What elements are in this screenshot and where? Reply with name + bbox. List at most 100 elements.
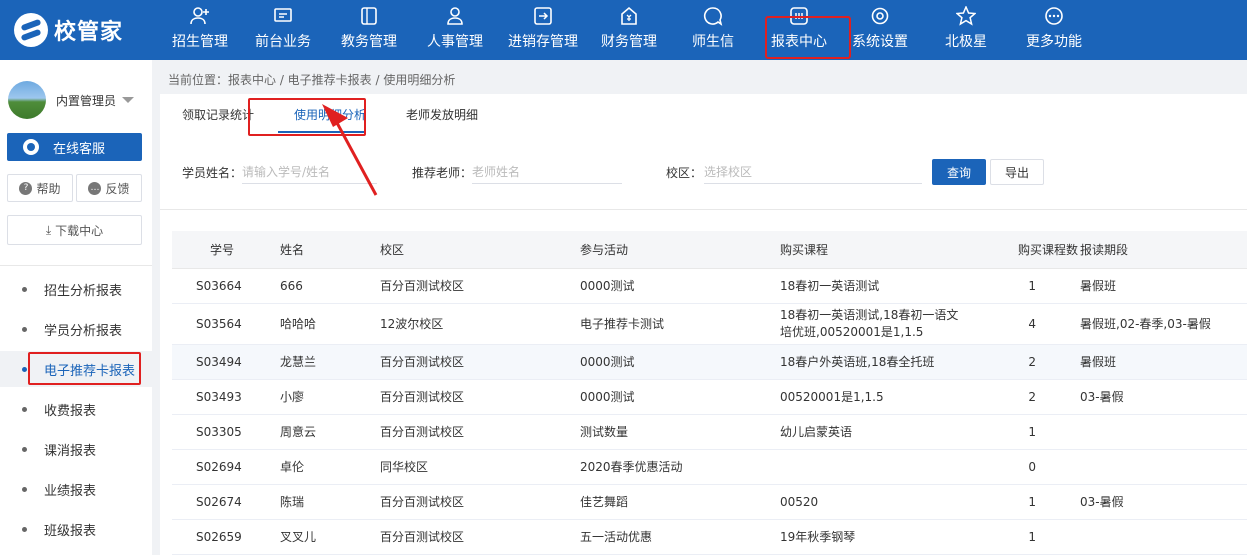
campus-label: 校区： bbox=[666, 166, 703, 180]
column-header: 学号 bbox=[210, 243, 235, 257]
tab-teacher-issue[interactable]: 老师发放明细 bbox=[406, 106, 478, 123]
column-header: 姓名 bbox=[280, 243, 305, 257]
sidebar-item-performance-report[interactable]: 业绩报表 bbox=[0, 471, 152, 507]
table-cell-activity: 电子推荐卡测试 bbox=[580, 317, 665, 331]
download-icon: ⤓ bbox=[45, 222, 52, 237]
table-cell-count: 1 bbox=[1028, 495, 1036, 509]
feedback-button[interactable]: … 反馈 bbox=[76, 174, 142, 202]
table-cell-course: 19年秋季钢琴 bbox=[780, 530, 856, 544]
table-cell-course: 幼儿启蒙英语 bbox=[780, 425, 853, 439]
bullet-icon bbox=[22, 286, 27, 292]
table-cell-activity: 测试数量 bbox=[580, 425, 629, 439]
table-cell-period: 暑假班 bbox=[1080, 355, 1117, 369]
table-cell-campus: 同华校区 bbox=[380, 460, 429, 474]
table-cell-id: S03494 bbox=[196, 355, 242, 369]
student-name-input[interactable] bbox=[242, 160, 377, 184]
nav-item-recruitment[interactable]: 招生管理 bbox=[160, 0, 240, 60]
inventory-icon bbox=[534, 7, 552, 25]
table-cell-id: S03664 bbox=[196, 279, 242, 293]
menu-highlight-box bbox=[28, 352, 141, 385]
table-cell-count: 1 bbox=[1028, 279, 1036, 293]
bullet-icon bbox=[22, 486, 27, 492]
tab-claim-records[interactable]: 领取记录统计 bbox=[182, 106, 254, 123]
nav-item-hr[interactable]: 人事管理 bbox=[412, 0, 498, 60]
table-cell-count: 2 bbox=[1028, 390, 1036, 404]
sidebar-item-consumption-report[interactable]: 课消报表 bbox=[0, 431, 152, 467]
table-cell-activity: 佳艺舞蹈 bbox=[580, 495, 629, 509]
table-cell-period: 暑假班 bbox=[1080, 279, 1117, 293]
sidebar-item-student-report[interactable]: 学员分析报表 bbox=[0, 311, 152, 347]
user-name: 内置管理员 bbox=[56, 93, 117, 108]
table-cell-id: S02674 bbox=[196, 495, 242, 509]
chevron-down-icon bbox=[122, 97, 135, 103]
user-plus-icon bbox=[190, 7, 209, 25]
table-cell-name: 卓伦 bbox=[280, 460, 305, 474]
nav-item-inventory[interactable]: 进销存管理 bbox=[498, 0, 588, 60]
finance-icon bbox=[621, 6, 637, 25]
nav-item-more[interactable]: 更多功能 bbox=[1014, 0, 1094, 60]
sidebar-item-fee-report[interactable]: 收费报表 bbox=[0, 391, 152, 427]
query-button[interactable]: 查询 bbox=[932, 159, 986, 185]
help-button[interactable]: ? 帮助 bbox=[7, 174, 73, 202]
main-nav: 招生管理 前台业务 教务管理 人事管理 进销存管理 财务管理 师生信 报表中心 bbox=[160, 0, 1094, 60]
table-row[interactable]: S03305 周意云 百分百测试校区 测试数量 幼儿启蒙英语 1 bbox=[172, 415, 1247, 450]
table-cell-name: 龙慧兰 bbox=[280, 355, 317, 369]
more-icon bbox=[1045, 7, 1063, 25]
book-icon bbox=[361, 7, 377, 25]
nav-item-front-desk[interactable]: 前台业务 bbox=[240, 0, 326, 60]
table-row[interactable]: S03564 哈哈哈 12波尔校区 电子推荐卡测试 18春初一英语测试,18春初一语文培… bbox=[172, 304, 1247, 345]
table-cell-campus: 12波尔校区 bbox=[380, 317, 444, 331]
avatar bbox=[8, 81, 46, 119]
table-row[interactable]: S03493 小廖 百分百测试校区 0000测试 00520001是1,1.5 2 03-暑… bbox=[172, 380, 1247, 415]
table-cell-id: S02694 bbox=[196, 460, 242, 474]
table-cell-id: S03564 bbox=[196, 317, 242, 331]
campus-select[interactable] bbox=[704, 160, 922, 184]
table-cell-campus: 百分百测试校区 bbox=[380, 530, 465, 544]
column-header: 报读期段 bbox=[1080, 243, 1129, 257]
nav-item-settings[interactable]: 系统设置 bbox=[842, 0, 918, 60]
export-button[interactable]: 导出 bbox=[990, 159, 1044, 185]
nav-item-finance[interactable]: 财务管理 bbox=[588, 0, 670, 60]
sidebar-item-class-report[interactable]: 班级报表 bbox=[0, 511, 152, 547]
teacher-label: 推荐老师： bbox=[412, 166, 473, 180]
table-cell-activity: 0000测试 bbox=[580, 279, 635, 293]
feedback-icon: … bbox=[88, 181, 102, 195]
table-cell-count: 1 bbox=[1028, 425, 1036, 439]
chat-bubble-icon bbox=[23, 139, 39, 155]
table-cell-activity: 0000测试 bbox=[580, 355, 635, 369]
column-header: 校区 bbox=[380, 243, 405, 257]
logo[interactable]: 校管家 bbox=[14, 12, 123, 48]
table-cell-id: S03305 bbox=[196, 425, 242, 439]
usage-details-table: 学号 姓名 校区 参与活动 购买课程 购买课程数 报读期段 S03664 666 百分百测试校区… bbox=[172, 231, 1247, 555]
nav-item-messages[interactable]: 师生信 bbox=[670, 0, 756, 60]
bullet-icon bbox=[22, 406, 27, 412]
student-name-label: 学员姓名： bbox=[182, 166, 243, 180]
table-cell-period: 03-暑假 bbox=[1080, 495, 1124, 509]
table-cell-activity: 2020春季优惠活动 bbox=[580, 460, 683, 474]
table-row[interactable]: S03664 666 百分百测试校区 0000测试 18春初一英语测试 1 暑假班 bbox=[172, 269, 1247, 304]
column-header: 购买课程数 bbox=[1017, 243, 1078, 257]
logo-icon bbox=[14, 13, 48, 47]
table-row[interactable]: S03494 龙慧兰 百分百测试校区 0000测试 18春户外英语班,18春全托班 2 暑假… bbox=[172, 345, 1247, 380]
table-cell-name: 哈哈哈 bbox=[280, 317, 317, 331]
chat-icon bbox=[703, 7, 723, 26]
nav-item-academic[interactable]: 教务管理 bbox=[326, 0, 412, 60]
sidebar-item-recruitment-report[interactable]: 招生分析报表 bbox=[0, 271, 152, 307]
divider bbox=[0, 265, 152, 266]
person-icon bbox=[447, 7, 463, 25]
bullet-icon bbox=[22, 526, 27, 532]
teacher-name-input[interactable] bbox=[472, 160, 622, 184]
download-center-button[interactable]: ⤓ 下载中心 bbox=[7, 215, 142, 245]
table-cell-course: 18春初一英语测试,18春初一语文培优班,00520001是1,1.5 bbox=[780, 308, 959, 339]
star-icon bbox=[956, 6, 976, 26]
nav-item-polaris[interactable]: 北极星 bbox=[918, 0, 1014, 60]
table-cell-name: 周意云 bbox=[280, 425, 317, 439]
table-row[interactable]: S02674 陈瑞 百分百测试校区 佳艺舞蹈 00520 1 03-暑假 bbox=[172, 485, 1247, 520]
nav-highlight-box bbox=[765, 16, 851, 59]
table-row[interactable]: S02659 叉叉儿 百分百测试校区 五一活动优惠 19年秋季钢琴 1 bbox=[172, 520, 1247, 555]
table-row[interactable]: S02694 卓伦 同华校区 2020春季优惠活动 0 bbox=[172, 450, 1247, 485]
table-cell-campus: 百分百测试校区 bbox=[380, 355, 465, 369]
bullet-icon bbox=[22, 446, 27, 452]
online-service-button[interactable]: 在线客服 bbox=[7, 133, 142, 161]
user-menu[interactable]: 内置管理员 bbox=[8, 80, 148, 120]
